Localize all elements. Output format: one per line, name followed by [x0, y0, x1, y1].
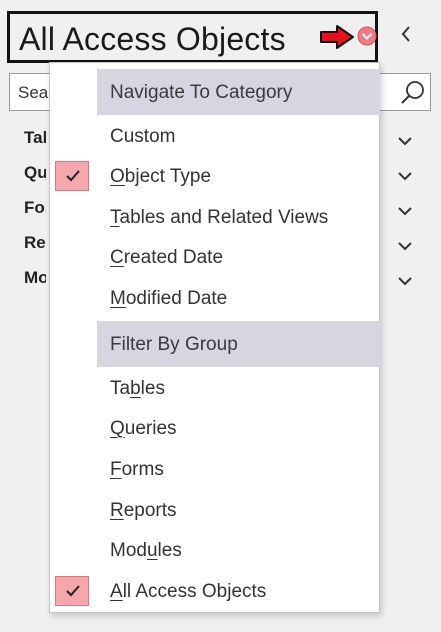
access-key: F	[110, 459, 122, 480]
chevron-down-icon[interactable]	[397, 169, 413, 187]
menu-item-object-type[interactable]: Object Type	[50, 160, 379, 194]
access-key: Q	[110, 418, 125, 439]
navigation-options-menu: Navigate To Category Custom Object Type …	[49, 62, 380, 613]
menu-item-label: Modules	[110, 540, 182, 562]
menu-item-label: Custom	[110, 126, 176, 147]
menu-item-modified-date[interactable]: Modified Date	[50, 282, 379, 316]
menu-item-label-rest: odified Date	[125, 288, 228, 309]
menu-item-label-rest: reated Date	[123, 247, 224, 268]
menu-item-label: Queries	[110, 418, 177, 440]
chevron-down-icon[interactable]	[397, 134, 413, 152]
access-key: T	[110, 207, 120, 228]
access-key: M	[110, 288, 126, 309]
menu-item-label: Object Type	[110, 166, 211, 188]
access-key: R	[110, 500, 124, 521]
search-icon[interactable]	[398, 78, 428, 113]
menu-item-modules[interactable]: Modules	[50, 534, 379, 568]
menu-item-label: Tables	[110, 378, 165, 400]
access-key: O	[110, 166, 125, 187]
group-label: Tables	[24, 128, 46, 147]
menu-item-label-rest: eports	[123, 500, 177, 521]
menu-section-header-label: Filter By Group	[110, 334, 238, 355]
menu-item-label-rest: les	[157, 540, 182, 561]
menu-section-header-filter: Filter By Group	[97, 321, 380, 367]
chevron-down-icon[interactable]	[397, 239, 413, 257]
chevron-down-circle-icon[interactable]	[357, 26, 377, 51]
menu-section-header-navigate: Navigate To Category	[97, 69, 380, 115]
group-label: Queries	[24, 163, 46, 182]
menu-item-all-access-objects[interactable]: All Access Objects	[50, 575, 379, 609]
menu-item-label-rest: les	[140, 378, 165, 399]
menu-item-label: Forms	[110, 459, 164, 481]
chevron-down-icon[interactable]	[397, 274, 413, 292]
menu-item-label-rest: bject Type	[124, 166, 212, 187]
group-label: Modules	[24, 268, 46, 287]
menu-item-reports[interactable]: Reports	[50, 494, 379, 528]
access-key: b	[130, 378, 141, 399]
menu-item-label-rest: ueries	[124, 418, 177, 439]
menu-item-label-part: Ta	[110, 378, 131, 399]
access-key: A	[110, 581, 123, 602]
menu-item-tables[interactable]: Tables	[50, 372, 379, 406]
menu-item-label: Tables and Related Views	[110, 207, 328, 229]
menu-item-custom[interactable]: Custom	[50, 120, 379, 154]
menu-item-created-date[interactable]: Created Date	[50, 241, 379, 275]
chevron-down-icon[interactable]	[397, 204, 413, 222]
menu-item-label-rest: ll Access Objects	[122, 581, 267, 602]
menu-item-label: Reports	[110, 500, 177, 522]
checkmark-icon	[55, 576, 89, 606]
group-label: Reports	[24, 233, 46, 252]
menu-item-label-rest: orms	[121, 459, 164, 480]
menu-item-tables-and-related-views[interactable]: Tables and Related Views	[50, 201, 379, 235]
menu-item-label-part: Mod	[110, 540, 147, 561]
menu-item-queries[interactable]: Queries	[50, 412, 379, 446]
menu-item-label: Created Date	[110, 247, 223, 269]
chevron-left-icon[interactable]	[399, 24, 413, 49]
menu-item-forms[interactable]: Forms	[50, 453, 379, 487]
menu-item-label-rest: ables and Related Views	[119, 207, 329, 228]
checkmark-icon	[55, 161, 89, 191]
menu-section-header-label: Navigate To Category	[110, 82, 293, 103]
access-key: C	[110, 247, 124, 268]
menu-item-label: All Access Objects	[110, 581, 266, 603]
navigation-pane-title[interactable]: All Access Objects	[19, 20, 286, 58]
red-arrow-icon	[319, 25, 355, 54]
group-label: Forms	[24, 198, 46, 217]
access-key: u	[146, 540, 158, 561]
navigation-pane-header[interactable]: All Access Objects	[7, 11, 378, 63]
menu-item-label: Modified Date	[110, 288, 227, 310]
